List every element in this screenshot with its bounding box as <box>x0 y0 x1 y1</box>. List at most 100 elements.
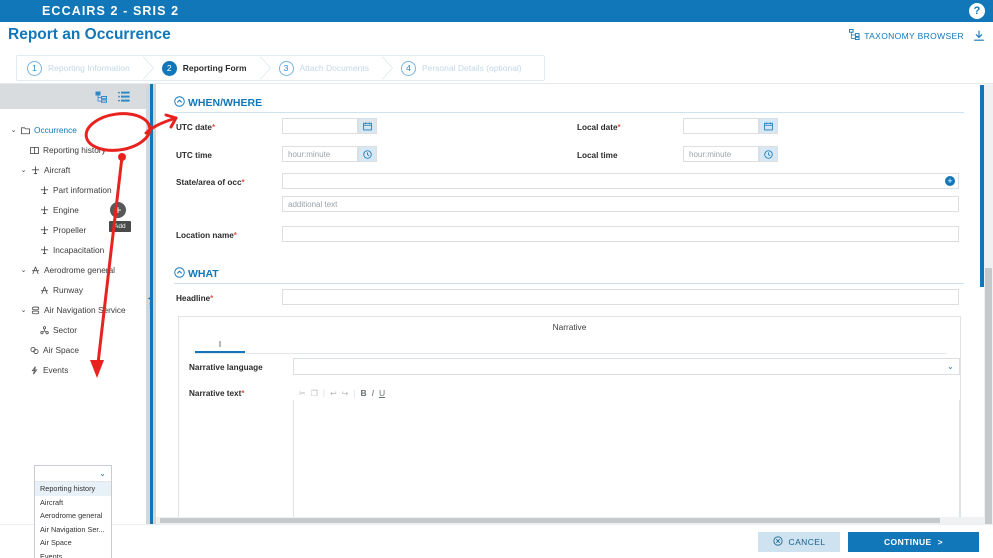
local-date-input[interactable] <box>683 118 759 134</box>
aerodrome-icon <box>38 286 51 295</box>
narrative-language-label: Narrative language <box>189 363 263 372</box>
taxonomy-browser-button[interactable]: TAXONOMY BROWSER <box>849 29 964 42</box>
tree-node-aircraft[interactable]: ⌄ Aircraft <box>0 160 146 180</box>
continue-button[interactable]: CONTINUE > <box>848 532 979 552</box>
required-marker: * <box>211 123 216 132</box>
tree-node-air-navigation-service[interactable]: ⌄ Air Navigation Service <box>0 300 146 320</box>
plus-icon: + <box>114 203 122 217</box>
dropdown-option-aerodrome-general[interactable]: Aerodrome general <box>35 509 111 523</box>
dropdown-option-air-navigation-service[interactable]: Air Navigation Ser... <box>35 523 111 537</box>
wizard-stepper: 1 Reporting Information 2 Reporting Form… <box>0 52 993 84</box>
tree-node-runway[interactable]: Runway <box>0 280 146 300</box>
add-node-button[interactable]: + <box>110 202 126 218</box>
headline-input[interactable] <box>282 289 959 305</box>
additional-text-input[interactable]: additional text <box>282 196 959 212</box>
chevron-down-icon[interactable]: ⌄ <box>18 266 29 274</box>
header-actions: TAXONOMY BROWSER <box>849 29 985 42</box>
add-state-area-button[interactable]: + <box>945 176 955 186</box>
tree-node-sector[interactable]: Sector <box>0 320 146 340</box>
book-icon <box>28 146 41 155</box>
section-divider <box>174 112 964 113</box>
chevron-down-icon[interactable]: ⌄ <box>18 166 29 174</box>
form-footer: CANCEL CONTINUE > <box>0 524 993 558</box>
tree-node-label: Reporting history <box>43 145 106 155</box>
utc-date-input[interactable] <box>282 118 358 134</box>
tree-node-aerodrome-general[interactable]: ⌄ Aerodrome general <box>0 260 146 280</box>
section-what-header[interactable]: WHAT <box>174 267 219 281</box>
calendar-icon[interactable] <box>759 118 778 134</box>
required-marker: * <box>617 123 621 132</box>
horizontal-scroll-thumb[interactable] <box>160 518 940 523</box>
list-view-icon[interactable] <box>118 91 130 103</box>
narrative-tab-1[interactable]: I <box>195 337 245 353</box>
utc-time-input[interactable]: hour:minute <box>282 146 358 162</box>
chevron-down-icon[interactable]: ⌄ <box>99 469 106 478</box>
local-time-input[interactable]: hour:minute <box>683 146 759 162</box>
aircraft-icon <box>38 186 51 195</box>
tree-node-occurrence[interactable]: ⌄ Occurrence <box>0 120 146 140</box>
clock-icon[interactable] <box>759 146 778 162</box>
tree-node-incapacitation[interactable]: Incapacitation <box>0 240 146 260</box>
required-marker: * <box>233 231 237 240</box>
tree-node-reporting-history[interactable]: Reporting history <box>0 140 146 160</box>
underline-icon[interactable]: U <box>379 388 385 398</box>
tree-node-air-space[interactable]: Air Space <box>0 340 146 360</box>
narrative-language-select[interactable] <box>293 358 960 375</box>
step-3-number: 3 <box>278 60 294 76</box>
tree-node-label: Air Space <box>43 345 79 355</box>
chevron-up-circle-icon[interactable] <box>174 267 185 281</box>
cut-icon[interactable]: ✂ <box>299 389 306 398</box>
dropdown-option-aircraft[interactable]: Aircraft <box>35 496 111 510</box>
vertical-scroll-thumb[interactable] <box>985 268 992 558</box>
cancel-button-label: CANCEL <box>788 537 826 547</box>
section-when-where-header[interactable]: WHEN/WHERE <box>174 96 262 110</box>
tree-view-icon[interactable] <box>95 91 107 103</box>
step-3[interactable]: 3 Attach Documents <box>268 56 394 80</box>
step-2[interactable]: 2 Reporting Form <box>151 56 271 80</box>
sector-icon <box>38 325 51 335</box>
dropdown-header[interactable]: ⌄ <box>35 466 111 482</box>
tree-node-label: Events <box>43 365 69 375</box>
chevron-down-icon[interactable]: ⌄ <box>8 126 19 134</box>
tree-node-part-information[interactable]: Part information <box>0 180 146 200</box>
dropdown-option-events[interactable]: Events <box>35 550 111 558</box>
page-vertical-scrollbar[interactable] <box>984 84 993 558</box>
narrative-card: Narrative I Narrative language ⌄ Narrati… <box>178 316 961 524</box>
required-marker: * <box>210 294 214 303</box>
aircraft-icon <box>38 226 51 235</box>
location-name-label: Location name* <box>176 231 237 240</box>
download-icon[interactable] <box>973 29 985 42</box>
step-4[interactable]: 4 Personal Details (optional) <box>390 56 544 80</box>
undo-icon[interactable]: ↩ <box>330 389 337 398</box>
italic-icon[interactable]: I <box>372 388 374 398</box>
state-area-input[interactable] <box>282 173 959 189</box>
cancel-button[interactable]: CANCEL <box>758 532 840 552</box>
copy-icon[interactable]: ❐ <box>311 389 318 398</box>
chevron-down-icon[interactable]: ⌄ <box>947 362 954 371</box>
bold-icon[interactable]: B <box>360 388 366 398</box>
dropdown-option-air-space[interactable]: Air Space <box>35 536 111 550</box>
step-1[interactable]: 1 Reporting Information <box>17 56 154 80</box>
tree-node-events[interactable]: Events <box>0 360 146 380</box>
state-area-label: State/area of occ* <box>176 178 245 187</box>
location-name-input[interactable] <box>282 226 959 242</box>
cancel-circle-icon <box>772 536 783 548</box>
chevron-down-icon[interactable]: ⌄ <box>18 306 29 314</box>
splitter-handle[interactable]: ◀ ⋮ <box>146 294 154 312</box>
narrative-text-editor[interactable] <box>293 400 960 524</box>
clock-icon[interactable] <box>358 146 377 162</box>
form-accent-scrollbar[interactable] <box>980 85 984 287</box>
collapse-left-icon[interactable]: ◀ <box>148 296 153 302</box>
chevron-up-circle-icon[interactable] <box>174 96 185 110</box>
add-node-dropdown[interactable]: ⌄ Reporting history Aircraft Aerodrome g… <box>34 465 112 558</box>
redo-icon[interactable]: ↪ <box>342 389 349 398</box>
local-time-label: Local time <box>577 151 618 160</box>
help-icon[interactable]: ? <box>969 3 985 19</box>
calendar-icon[interactable] <box>358 118 377 134</box>
toolbar-separator: | <box>353 388 356 398</box>
step-2-number: 2 <box>161 60 177 76</box>
dropdown-option-reporting-history[interactable]: Reporting history <box>35 482 111 496</box>
drag-handle-icon[interactable]: ⋮ <box>147 303 153 309</box>
page-header: Report an Occurrence TAXONOMY BROWSER <box>0 22 993 52</box>
location-name-label-text: Location name <box>176 231 234 240</box>
